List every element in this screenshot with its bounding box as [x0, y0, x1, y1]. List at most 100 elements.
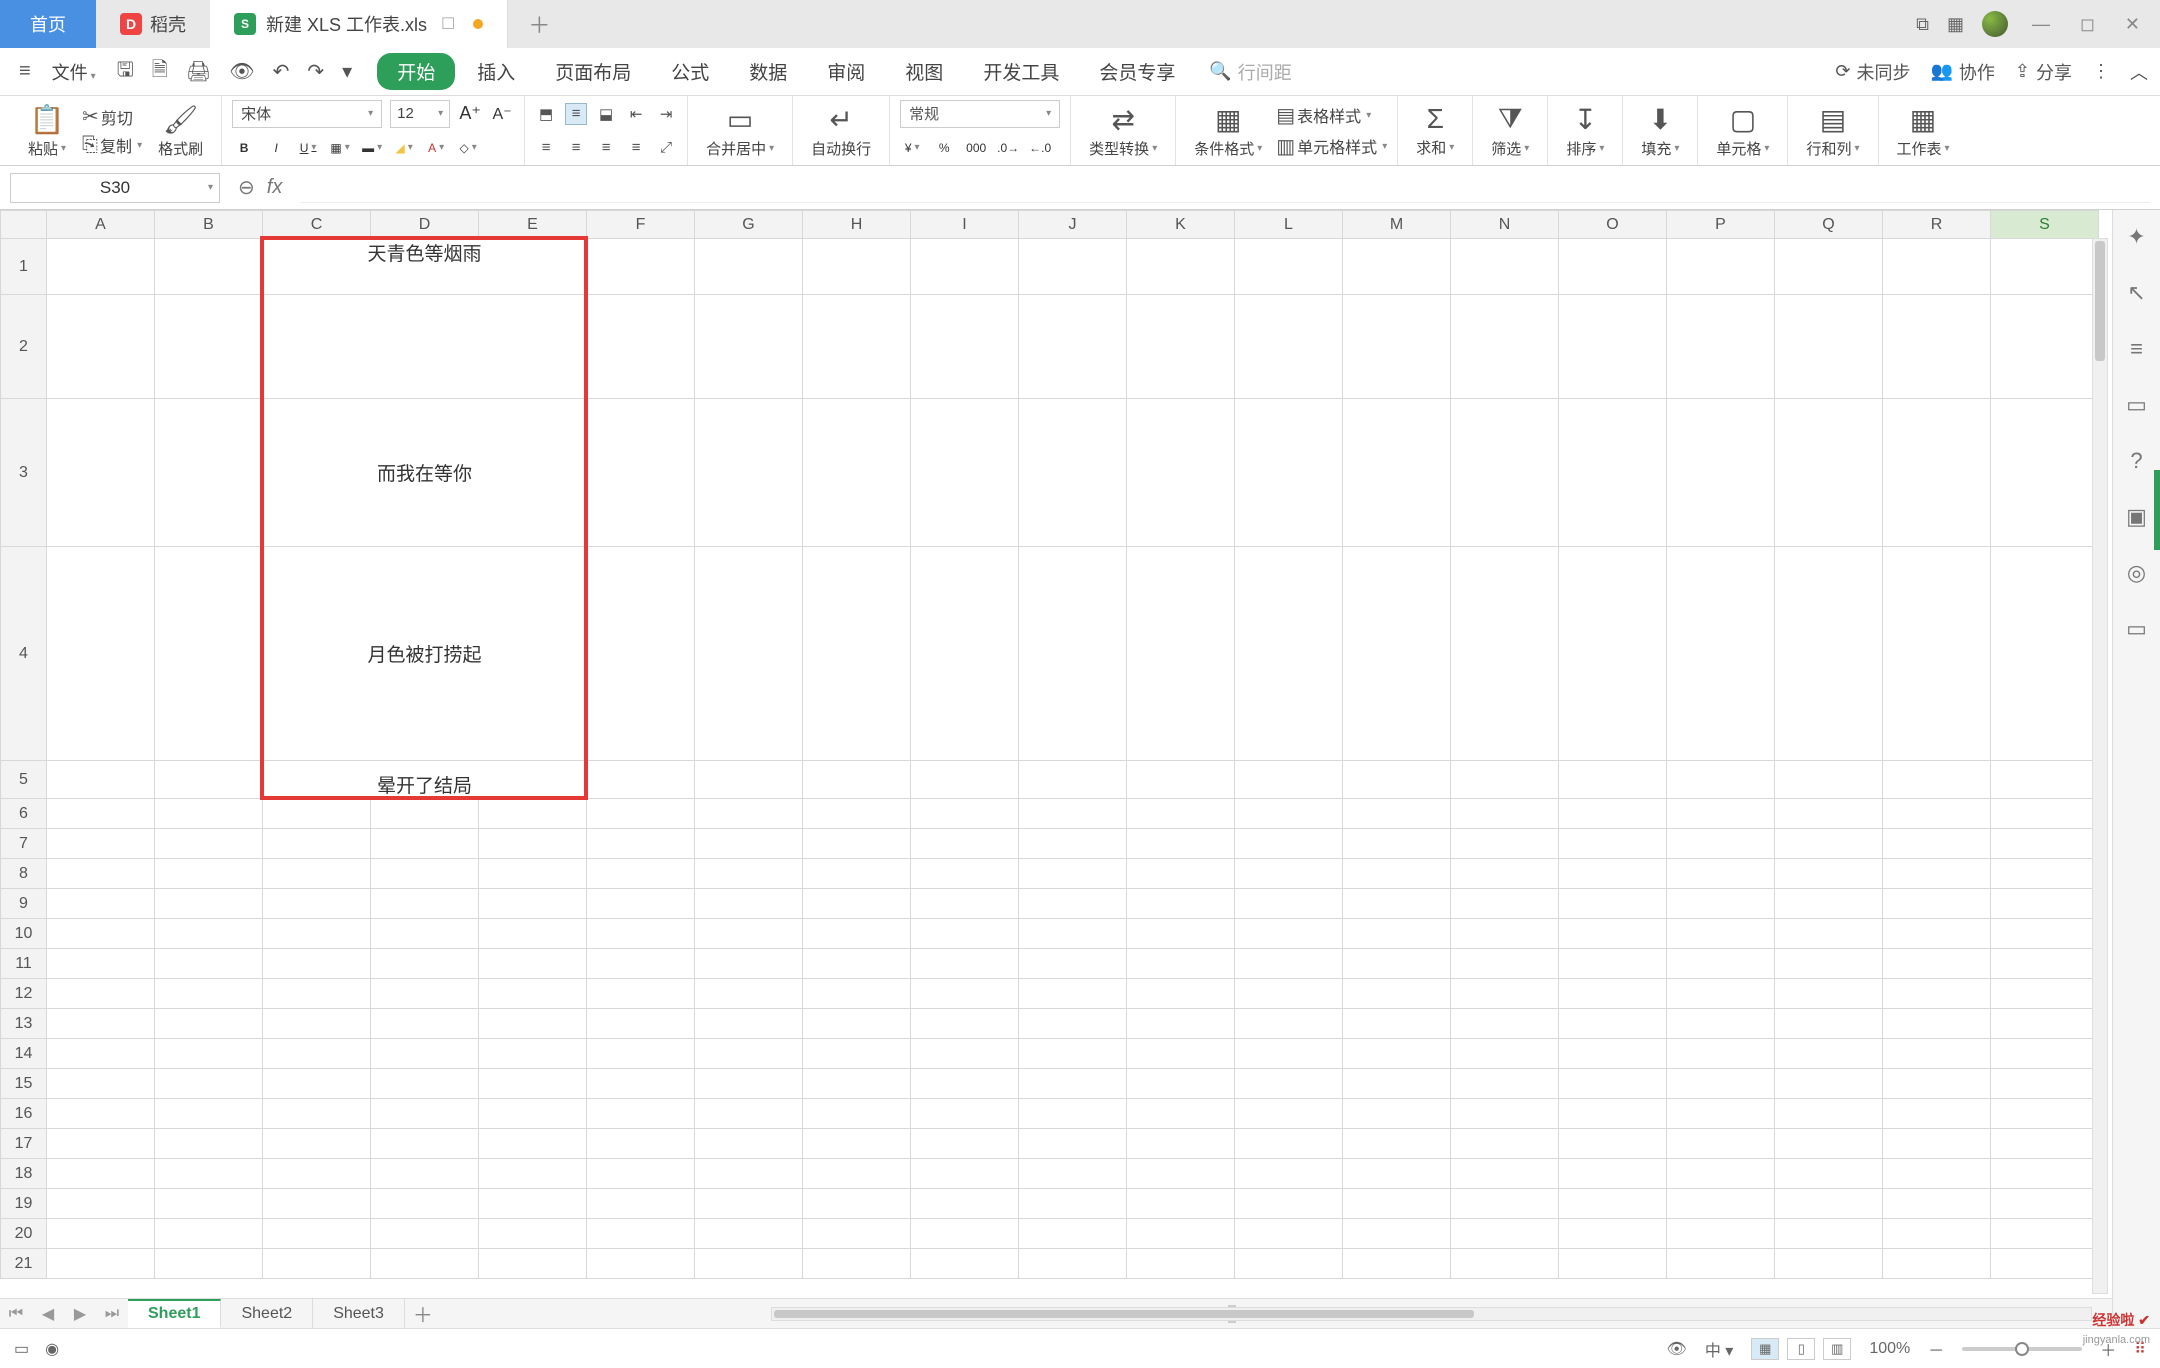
cell-M1[interactable]: [1343, 239, 1451, 295]
cell-M21[interactable]: [1343, 1249, 1451, 1279]
location-icon[interactable]: ◎: [2127, 560, 2146, 586]
cell-I10[interactable]: [911, 919, 1019, 949]
cell-N5[interactable]: [1451, 761, 1559, 799]
cell-I11[interactable]: [911, 949, 1019, 979]
cell-M20[interactable]: [1343, 1219, 1451, 1249]
cell-J11[interactable]: [1019, 949, 1127, 979]
cell-Q10[interactable]: [1775, 919, 1883, 949]
cell-H4[interactable]: [803, 547, 911, 761]
cut-button[interactable]: ✂ 剪切: [82, 104, 142, 129]
cell-R20[interactable]: [1883, 1219, 1991, 1249]
col-header-R[interactable]: R: [1883, 211, 1991, 239]
cell-C12[interactable]: [263, 979, 371, 1009]
cell-C18[interactable]: [263, 1159, 371, 1189]
format-painter-button[interactable]: 🖌 格式刷: [150, 103, 211, 159]
cell-H7[interactable]: [803, 829, 911, 859]
filter-button[interactable]: ⧩筛选▾: [1483, 103, 1537, 159]
cell-J19[interactable]: [1019, 1189, 1127, 1219]
underline-button[interactable]: U▾: [296, 136, 320, 160]
cell-F3[interactable]: [587, 399, 695, 547]
merge-center-button[interactable]: ▭ 合并居中▾: [698, 103, 782, 159]
status-console-icon[interactable]: ▭: [14, 1339, 29, 1359]
row-header-8[interactable]: 8: [1, 859, 47, 889]
orientation-icon[interactable]: ⤢: [655, 137, 677, 159]
cell-H14[interactable]: [803, 1039, 911, 1069]
cell-S7[interactable]: [1991, 829, 2099, 859]
minimize-button[interactable]: —: [2026, 14, 2056, 35]
cell-G7[interactable]: [695, 829, 803, 859]
book-icon[interactable]: ▭: [2126, 616, 2147, 642]
cell-O17[interactable]: [1559, 1129, 1667, 1159]
cell-G6[interactable]: [695, 799, 803, 829]
cell-L16[interactable]: [1235, 1099, 1343, 1129]
cell-O8[interactable]: [1559, 859, 1667, 889]
unsync-button[interactable]: ⟳ 未同步: [1835, 59, 1910, 85]
view-break-icon[interactable]: ▥: [1823, 1338, 1851, 1360]
view-page-icon[interactable]: ▯: [1787, 1338, 1815, 1360]
cell-Q18[interactable]: [1775, 1159, 1883, 1189]
cell-O5[interactable]: [1559, 761, 1667, 799]
indent-inc-icon[interactable]: ⇥: [655, 103, 677, 125]
cell-M2[interactable]: [1343, 295, 1451, 399]
zoom-slider[interactable]: [1962, 1347, 2082, 1351]
row-header-20[interactable]: 20: [1, 1219, 47, 1249]
cell-E17[interactable]: [479, 1129, 587, 1159]
cell-C2[interactable]: [263, 295, 587, 399]
row-header-3[interactable]: 3: [1, 399, 47, 547]
cell-P6[interactable]: [1667, 799, 1775, 829]
cell-S11[interactable]: [1991, 949, 2099, 979]
cell-P1[interactable]: [1667, 239, 1775, 295]
cell-I5[interactable]: [911, 761, 1019, 799]
vertical-scrollbar[interactable]: [2092, 238, 2108, 1294]
cell-C8[interactable]: [263, 859, 371, 889]
cell-Q14[interactable]: [1775, 1039, 1883, 1069]
cell-E18[interactable]: [479, 1159, 587, 1189]
tab-current-file[interactable]: S 新建 XLS 工作表.xls ☐: [210, 0, 508, 48]
cell-J16[interactable]: [1019, 1099, 1127, 1129]
row-header-19[interactable]: 19: [1, 1189, 47, 1219]
cell-Q6[interactable]: [1775, 799, 1883, 829]
more-icon[interactable]: ⋮: [2092, 61, 2110, 82]
cell-Q3[interactable]: [1775, 399, 1883, 547]
cell-K3[interactable]: [1127, 399, 1235, 547]
zoom-value[interactable]: 100%: [1869, 1340, 1910, 1358]
cell-B6[interactable]: [155, 799, 263, 829]
cell-Q20[interactable]: [1775, 1219, 1883, 1249]
cell-P14[interactable]: [1667, 1039, 1775, 1069]
cell-N19[interactable]: [1451, 1189, 1559, 1219]
print-icon[interactable]: 🖨: [179, 53, 218, 90]
cell-O2[interactable]: [1559, 295, 1667, 399]
clear-format-button[interactable]: ◇▾: [456, 136, 480, 160]
cond-format-button[interactable]: ▦ 条件格式▾: [1186, 103, 1270, 159]
preview-icon[interactable]: 👁: [222, 53, 261, 90]
cell-G9[interactable]: [695, 889, 803, 919]
cell-A3[interactable]: [47, 399, 155, 547]
cell-K21[interactable]: [1127, 1249, 1235, 1279]
cell-S13[interactable]: [1991, 1009, 2099, 1039]
horizontal-scrollbar[interactable]: [771, 1307, 2092, 1321]
maximize-button[interactable]: ◻: [2074, 14, 2101, 35]
cell-G1[interactable]: [695, 239, 803, 295]
cell-Q8[interactable]: [1775, 859, 1883, 889]
cell-Q17[interactable]: [1775, 1129, 1883, 1159]
cursor-icon[interactable]: ↖: [2127, 280, 2145, 306]
cell-N10[interactable]: [1451, 919, 1559, 949]
cell-N3[interactable]: [1451, 399, 1559, 547]
cell-L11[interactable]: [1235, 949, 1343, 979]
cell-Q11[interactable]: [1775, 949, 1883, 979]
cell-Q15[interactable]: [1775, 1069, 1883, 1099]
sheet-nav-last[interactable]: ⏭: [96, 1305, 128, 1323]
cell-S14[interactable]: [1991, 1039, 2099, 1069]
cell-J8[interactable]: [1019, 859, 1127, 889]
cell-K14[interactable]: [1127, 1039, 1235, 1069]
cell-F10[interactable]: [587, 919, 695, 949]
cell-L7[interactable]: [1235, 829, 1343, 859]
cell-S12[interactable]: [1991, 979, 2099, 1009]
row-header-15[interactable]: 15: [1, 1069, 47, 1099]
cell-F8[interactable]: [587, 859, 695, 889]
align-bottom-icon[interactable]: ⬓: [595, 103, 617, 125]
align-right-icon[interactable]: ≡: [595, 137, 617, 159]
col-header-O[interactable]: O: [1559, 211, 1667, 239]
cell-K1[interactable]: [1127, 239, 1235, 295]
cell-D18[interactable]: [371, 1159, 479, 1189]
